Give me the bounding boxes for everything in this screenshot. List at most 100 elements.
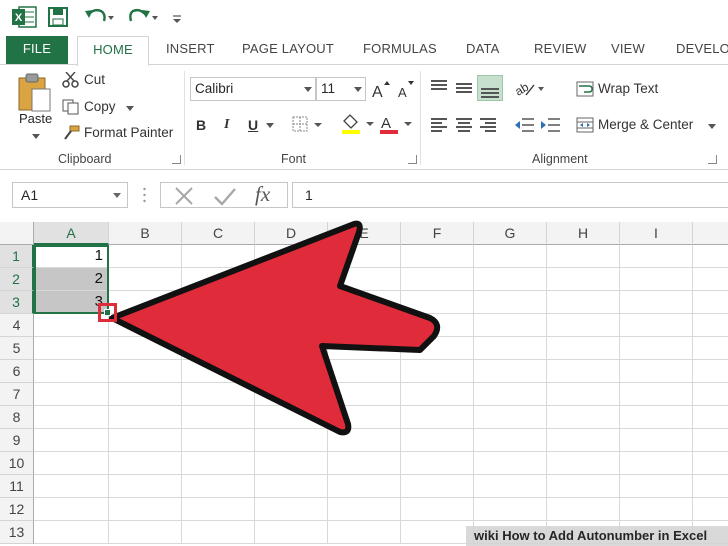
cell-h12[interactable] xyxy=(547,498,620,521)
cell-h1[interactable] xyxy=(547,245,620,268)
cell-j9[interactable] xyxy=(693,429,728,452)
cell-g8[interactable] xyxy=(474,406,547,429)
cell-j1[interactable] xyxy=(693,245,728,268)
cell-j5[interactable] xyxy=(693,337,728,360)
undo-icon[interactable] xyxy=(84,6,116,28)
cell-f13[interactable] xyxy=(401,521,474,544)
wrap-text-button[interactable]: Wrap Text xyxy=(576,78,676,100)
cell-f12[interactable] xyxy=(401,498,474,521)
tab-insert[interactable]: INSERT xyxy=(166,36,215,64)
row-header-3[interactable]: 3 xyxy=(0,291,34,314)
cell-e13[interactable] xyxy=(328,521,401,544)
tab-home[interactable]: HOME xyxy=(77,36,149,66)
name-box[interactable]: A1 xyxy=(12,182,128,208)
tab-view[interactable]: VIEW xyxy=(611,36,645,64)
cell-g9[interactable] xyxy=(474,429,547,452)
cell-g6[interactable] xyxy=(474,360,547,383)
cell-j11[interactable] xyxy=(693,475,728,498)
cut-button[interactable]: Cut xyxy=(62,69,122,91)
tab-review[interactable]: REVIEW xyxy=(534,36,586,64)
cell-j6[interactable] xyxy=(693,360,728,383)
chevron-down-icon[interactable] xyxy=(31,134,41,140)
tab-formulas[interactable]: FORMULAS xyxy=(363,36,437,64)
cell-h9[interactable] xyxy=(547,429,620,452)
cell-g2[interactable] xyxy=(474,268,547,291)
cell-c12[interactable] xyxy=(182,498,255,521)
font-color-icon[interactable]: A xyxy=(378,113,412,135)
tab-page-layout[interactable]: PAGE LAYOUT xyxy=(242,36,334,64)
cell-g12[interactable] xyxy=(474,498,547,521)
row-header-4[interactable]: 4 xyxy=(0,314,34,337)
row-header-13[interactable]: 13 xyxy=(0,521,34,544)
cell-h10[interactable] xyxy=(547,452,620,475)
cell-h5[interactable] xyxy=(547,337,620,360)
merge-center-button[interactable]: Merge & Center xyxy=(576,114,716,136)
cell-j3[interactable] xyxy=(693,291,728,314)
cell-a6[interactable] xyxy=(34,360,109,383)
column-header-a[interactable]: A xyxy=(34,222,109,245)
cell-c10[interactable] xyxy=(182,452,255,475)
row-header-12[interactable]: 12 xyxy=(0,498,34,521)
tab-data[interactable]: DATA xyxy=(466,36,500,64)
increase-font-size-icon[interactable]: A xyxy=(371,80,391,100)
cell-j8[interactable] xyxy=(693,406,728,429)
top-align-icon[interactable] xyxy=(428,77,450,97)
cell-h2[interactable] xyxy=(547,268,620,291)
cell-a2[interactable]: 2 xyxy=(34,268,109,291)
cell-e10[interactable] xyxy=(328,452,401,475)
insert-function-button[interactable]: fx xyxy=(255,182,270,207)
cell-a9[interactable] xyxy=(34,429,109,452)
cell-j4[interactable] xyxy=(693,314,728,337)
cell-e11[interactable] xyxy=(328,475,401,498)
cell-a10[interactable] xyxy=(34,452,109,475)
cell-a1[interactable]: 1 xyxy=(34,245,109,268)
row-header-11[interactable]: 11 xyxy=(0,475,34,498)
cell-g1[interactable] xyxy=(474,245,547,268)
select-all-corner[interactable] xyxy=(0,222,34,245)
alignment-launcher-icon[interactable] xyxy=(708,155,717,164)
cell-a11[interactable] xyxy=(34,475,109,498)
column-header-g[interactable]: G xyxy=(474,222,547,245)
cell-g4[interactable] xyxy=(474,314,547,337)
cell-e12[interactable] xyxy=(328,498,401,521)
fill-handle[interactable] xyxy=(104,309,111,316)
chevron-down-icon[interactable] xyxy=(126,106,134,111)
cell-i9[interactable] xyxy=(620,429,693,452)
redo-icon[interactable] xyxy=(128,6,160,28)
cell-d12[interactable] xyxy=(255,498,328,521)
cell-j10[interactable] xyxy=(693,452,728,475)
cell-h6[interactable] xyxy=(547,360,620,383)
cell-i2[interactable] xyxy=(620,268,693,291)
save-icon[interactable] xyxy=(48,6,68,28)
cell-h7[interactable] xyxy=(547,383,620,406)
cell-a8[interactable] xyxy=(34,406,109,429)
cell-b10[interactable] xyxy=(109,452,182,475)
cell-i10[interactable] xyxy=(620,452,693,475)
cell-h8[interactable] xyxy=(547,406,620,429)
cell-h4[interactable] xyxy=(547,314,620,337)
align-center-icon[interactable] xyxy=(453,115,475,135)
format-painter-button[interactable]: Format Painter xyxy=(62,122,182,144)
row-header-5[interactable]: 5 xyxy=(0,337,34,360)
cell-j12[interactable] xyxy=(693,498,728,521)
cell-i7[interactable] xyxy=(620,383,693,406)
row-header-10[interactable]: 10 xyxy=(0,452,34,475)
cell-h11[interactable] xyxy=(547,475,620,498)
cell-a12[interactable] xyxy=(34,498,109,521)
chevron-down-icon[interactable] xyxy=(708,124,716,129)
cell-a7[interactable] xyxy=(34,383,109,406)
paste-button[interactable] xyxy=(14,73,58,143)
cell-i5[interactable] xyxy=(620,337,693,360)
column-header-j[interactable] xyxy=(693,222,728,245)
font-launcher-icon[interactable] xyxy=(408,155,417,164)
cell-g10[interactable] xyxy=(474,452,547,475)
cell-i4[interactable] xyxy=(620,314,693,337)
cell-i11[interactable] xyxy=(620,475,693,498)
underline-button[interactable]: U xyxy=(248,114,258,136)
fill-color-icon[interactable] xyxy=(340,113,374,135)
cell-c13[interactable] xyxy=(182,521,255,544)
font-name-dropdown[interactable]: Calibri xyxy=(190,77,316,101)
drag-handle-icon[interactable] xyxy=(143,186,146,204)
cell-a5[interactable] xyxy=(34,337,109,360)
cell-g11[interactable] xyxy=(474,475,547,498)
